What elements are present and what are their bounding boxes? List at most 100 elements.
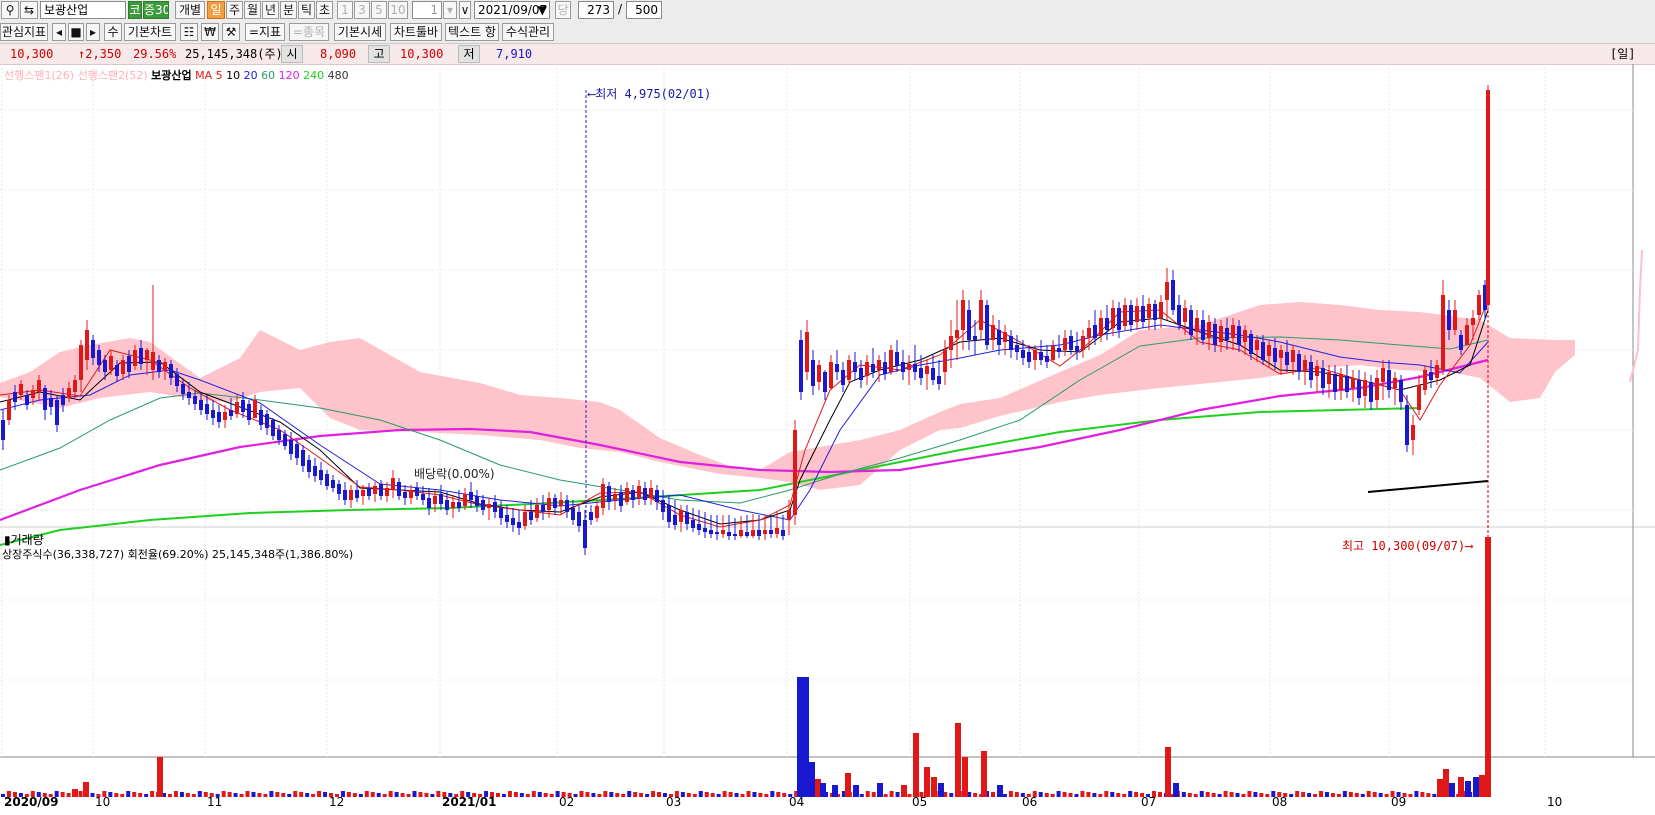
- candle: [427, 488, 431, 515]
- volume-bar: [1420, 792, 1425, 797]
- x-axis-label: 04: [789, 795, 805, 809]
- volume-bar: [949, 793, 954, 797]
- candle-body: [1333, 374, 1337, 392]
- volume-bar: [621, 794, 626, 797]
- candle-body: [1417, 385, 1421, 410]
- candle-body: [1033, 350, 1037, 360]
- candle-body: [901, 362, 905, 372]
- volume-bar: [281, 793, 286, 797]
- candle: [967, 300, 971, 350]
- volume-bar: [358, 794, 363, 797]
- candle-body: [241, 400, 245, 412]
- candle-body: [121, 360, 125, 374]
- volume-bar: [66, 793, 71, 797]
- candle-body: [169, 364, 173, 378]
- volume-bar: [627, 791, 632, 797]
- candle-body: [7, 400, 11, 420]
- candle-body: [91, 340, 95, 358]
- volume-bar: [639, 793, 644, 797]
- candle-body: [1453, 310, 1457, 330]
- candle: [685, 505, 689, 530]
- volume-bar: [1050, 794, 1055, 797]
- candle: [1189, 305, 1193, 340]
- candle-body: [1045, 356, 1049, 362]
- candle-body: [511, 518, 515, 525]
- candle-body: [1147, 304, 1151, 318]
- candle-body: [427, 498, 431, 508]
- candle-body: [1321, 368, 1325, 388]
- candle-body: [1387, 370, 1391, 390]
- candle: [295, 440, 299, 465]
- volume-bar: [1098, 794, 1103, 797]
- legend-ma120: 120: [278, 69, 300, 82]
- volume-bar: [710, 793, 715, 797]
- candle-body: [1027, 352, 1031, 362]
- candle: [589, 505, 593, 525]
- candle: [265, 410, 269, 435]
- candle-body: [1015, 345, 1019, 352]
- candle: [949, 320, 953, 368]
- volume-bar: [686, 793, 691, 797]
- candle: [643, 482, 647, 505]
- candle: [409, 485, 413, 504]
- candle: [1417, 375, 1421, 415]
- volume-bar: [1348, 792, 1353, 797]
- volume-bar: [126, 791, 131, 797]
- high-annotation-text: 최고 10,300(09/07): [1342, 539, 1466, 553]
- candle-body: [277, 430, 281, 440]
- volume-bar: [323, 792, 328, 797]
- candle: [1081, 330, 1085, 358]
- candle-body: [505, 515, 509, 522]
- candle: [865, 355, 869, 385]
- candle-body: [1375, 378, 1379, 400]
- volume-bar: [1122, 794, 1127, 797]
- candle: [55, 395, 59, 432]
- candle-body: [931, 368, 935, 380]
- candle-body: [1225, 328, 1229, 340]
- volume-bar: [579, 791, 584, 797]
- volume-bar: [1074, 794, 1079, 797]
- candle-body: [289, 440, 293, 454]
- legend-ma480: 480: [327, 69, 349, 82]
- candle-body: [871, 364, 875, 372]
- candle-body: [1339, 374, 1343, 390]
- volume-bar: [597, 794, 602, 797]
- volume-bar: [1295, 791, 1300, 797]
- volume-bar: [83, 782, 89, 797]
- volume-bar: [1241, 794, 1246, 797]
- candle-body: [1429, 372, 1433, 380]
- candle-body: [889, 350, 893, 372]
- candle-body: [433, 496, 437, 504]
- candle-body: [1231, 325, 1235, 338]
- candle-body: [841, 370, 845, 385]
- candle-body: [13, 392, 17, 402]
- candle: [823, 370, 827, 400]
- candle-body: [409, 490, 413, 498]
- candle-body: [19, 384, 23, 395]
- candle: [1165, 268, 1169, 320]
- candle-body: [313, 466, 317, 476]
- candle-body: [175, 374, 179, 386]
- volume-bar: [853, 785, 859, 797]
- volume-bar: [1449, 783, 1455, 797]
- volume-bar: [185, 793, 190, 797]
- candle-body: [211, 410, 215, 418]
- candle: [679, 505, 683, 532]
- candle: [271, 418, 275, 440]
- price-chart[interactable]: [0, 0, 1655, 815]
- candle: [1405, 395, 1409, 452]
- volume-bar: [1378, 793, 1383, 797]
- candle-body: [25, 395, 29, 405]
- candle-body: [139, 348, 143, 364]
- candle: [607, 482, 611, 510]
- candle-body: [469, 492, 473, 500]
- candle-body: [697, 524, 701, 530]
- candle: [301, 445, 305, 472]
- volume-bar: [382, 794, 387, 797]
- candle-body: [961, 300, 965, 330]
- volume-bar: [269, 791, 274, 797]
- candle-body: [781, 530, 785, 536]
- volume-bar: [865, 791, 870, 797]
- candle-body: [601, 484, 605, 508]
- candle-body: [355, 490, 359, 498]
